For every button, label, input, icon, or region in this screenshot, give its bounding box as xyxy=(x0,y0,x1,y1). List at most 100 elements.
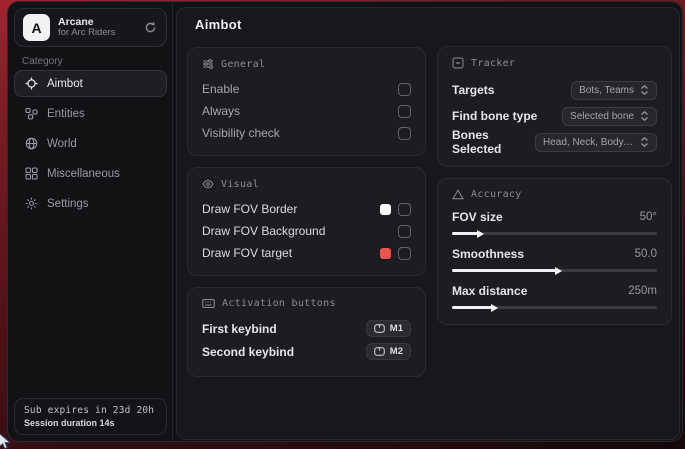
tracker-row: Bones Selected Head, Neck, Body, Fe... xyxy=(452,129,657,155)
draw-fov-background-checkbox[interactable] xyxy=(398,225,411,238)
general-card: General Enable Always Visibility check xyxy=(187,47,426,156)
color-swatch-red[interactable] xyxy=(380,248,391,259)
activation-card: Activation buttons First keybind M1 Seco… xyxy=(187,287,426,377)
setting-row: Visibility check xyxy=(202,122,411,144)
dropdown-value: Selected bone xyxy=(570,111,634,122)
page-title: Aimbot xyxy=(195,17,242,32)
keybind-value: M2 xyxy=(390,346,403,357)
setting-row: Enable xyxy=(202,78,411,100)
slider-label: Max distance xyxy=(452,284,527,298)
sliders-icon xyxy=(202,58,214,70)
sidebar-item-label: Settings xyxy=(47,198,89,210)
setting-label: Visibility check xyxy=(202,126,280,140)
find-bone-type-dropdown[interactable]: Selected bone xyxy=(562,107,657,126)
crosshair-icon xyxy=(24,77,38,91)
setting-row: Always xyxy=(202,100,411,122)
draw-fov-target-checkbox[interactable] xyxy=(398,247,411,260)
sidebar-item-label: World xyxy=(47,138,77,150)
gear-icon xyxy=(24,197,38,211)
triangle-icon xyxy=(452,189,464,200)
sidebar: A Arcane for Arc Riders Category Aimbot xyxy=(8,2,173,441)
app-window: A Arcane for Arc Riders Category Aimbot xyxy=(7,1,683,442)
app-subtitle: for Arc Riders xyxy=(58,28,134,39)
setting-label: Draw FOV Background xyxy=(202,224,325,238)
setting-row: Draw FOV target xyxy=(202,242,411,264)
sidebar-item-world[interactable]: World xyxy=(14,130,167,157)
slider-thumb[interactable] xyxy=(491,304,498,312)
slider-value: 50° xyxy=(640,211,657,223)
category-label: Category xyxy=(22,56,63,67)
sidebar-nav: Aimbot Entities World Miscellaneous xyxy=(14,70,167,217)
setting-row: Draw FOV Border xyxy=(202,198,411,220)
setting-label: Always xyxy=(202,104,240,118)
tracker-label: Find bone type xyxy=(452,109,537,123)
sidebar-item-miscellaneous[interactable]: Miscellaneous xyxy=(14,160,167,187)
slider-label: Smoothness xyxy=(452,247,524,261)
keyboard-icon xyxy=(202,298,215,309)
bones-selected-dropdown[interactable]: Head, Neck, Body, Fe... xyxy=(535,133,657,152)
smoothness-slider[interactable] xyxy=(452,266,657,276)
slider-thumb[interactable] xyxy=(555,267,562,275)
dropdown-value: Head, Neck, Body, Fe... xyxy=(543,137,634,148)
sidebar-item-settings[interactable]: Settings xyxy=(14,190,167,217)
slider-group: Smoothness 50.0 xyxy=(452,245,657,276)
second-keybind-button[interactable]: M2 xyxy=(366,343,411,360)
brand-card: A Arcane for Arc Riders xyxy=(14,8,167,47)
visibility-check-checkbox[interactable] xyxy=(398,127,411,140)
sidebar-item-aimbot[interactable]: Aimbot xyxy=(14,70,167,97)
slider-value: 250m xyxy=(628,285,657,297)
sidebar-item-label: Aimbot xyxy=(47,78,83,90)
setting-label: Enable xyxy=(202,82,239,96)
setting-row: Draw FOV Background xyxy=(202,220,411,242)
sub-expires-text: Sub expires in 23d 20h xyxy=(24,405,157,416)
section-title: General xyxy=(221,59,265,70)
setting-label: Draw FOV target xyxy=(202,246,292,260)
grid-icon xyxy=(24,167,38,181)
max-distance-slider[interactable] xyxy=(452,303,657,313)
tracker-card: Tracker Targets Bots, Teams Find bone ty… xyxy=(437,46,672,167)
refresh-icon xyxy=(144,21,157,34)
color-swatch-white[interactable] xyxy=(380,204,391,215)
visual-card: Visual Draw FOV Border Draw FOV Backgrou… xyxy=(187,167,426,276)
section-title: Visual xyxy=(221,179,259,190)
section-title: Accuracy xyxy=(471,189,522,200)
enable-checkbox[interactable] xyxy=(398,83,411,96)
draw-fov-border-checkbox[interactable] xyxy=(398,203,411,216)
targets-dropdown[interactable]: Bots, Teams xyxy=(571,81,657,100)
sidebar-item-label: Entities xyxy=(47,108,85,120)
brand-text: Arcane for Arc Riders xyxy=(58,16,134,39)
tracker-icon xyxy=(452,57,464,69)
always-checkbox[interactable] xyxy=(398,105,411,118)
sidebar-item-label: Miscellaneous xyxy=(47,168,120,180)
tracker-label: Targets xyxy=(452,83,494,97)
main-panel: Aimbot General Enable Always xyxy=(176,7,680,440)
sidebar-item-entities[interactable]: Entities xyxy=(14,100,167,127)
chevron-updown-icon xyxy=(640,111,649,121)
accuracy-card: Accuracy FOV size 50° Smoothness xyxy=(437,178,672,325)
keybind-row: Second keybind M2 xyxy=(202,340,411,363)
tracker-row: Find bone type Selected bone xyxy=(452,103,657,129)
mouse-cursor xyxy=(0,433,15,449)
first-keybind-button[interactable]: M1 xyxy=(366,320,411,337)
subscription-card: Sub expires in 23d 20h Session duration … xyxy=(14,398,167,435)
keybind-value: M1 xyxy=(390,323,403,334)
slider-group: Max distance 250m xyxy=(452,282,657,313)
slider-fill xyxy=(452,269,557,272)
session-duration-text: Session duration 14s xyxy=(24,418,157,428)
dropdown-value: Bots, Teams xyxy=(579,85,634,96)
chevron-updown-icon xyxy=(640,137,649,147)
section-title: Activation buttons xyxy=(222,298,336,309)
tracker-label: Bones Selected xyxy=(452,128,535,156)
slider-fill xyxy=(452,232,479,235)
mouse-icon xyxy=(374,347,385,356)
refresh-button[interactable] xyxy=(142,20,158,36)
slider-thumb[interactable] xyxy=(477,230,484,238)
keybind-label: Second keybind xyxy=(202,345,294,359)
left-column: General Enable Always Visibility check xyxy=(187,47,426,377)
eye-icon xyxy=(202,178,214,190)
fov-size-slider[interactable] xyxy=(452,229,657,239)
keybind-label: First keybind xyxy=(202,322,277,336)
tracker-row: Targets Bots, Teams xyxy=(452,77,657,103)
slider-label: FOV size xyxy=(452,210,503,224)
slider-group: FOV size 50° xyxy=(452,208,657,239)
